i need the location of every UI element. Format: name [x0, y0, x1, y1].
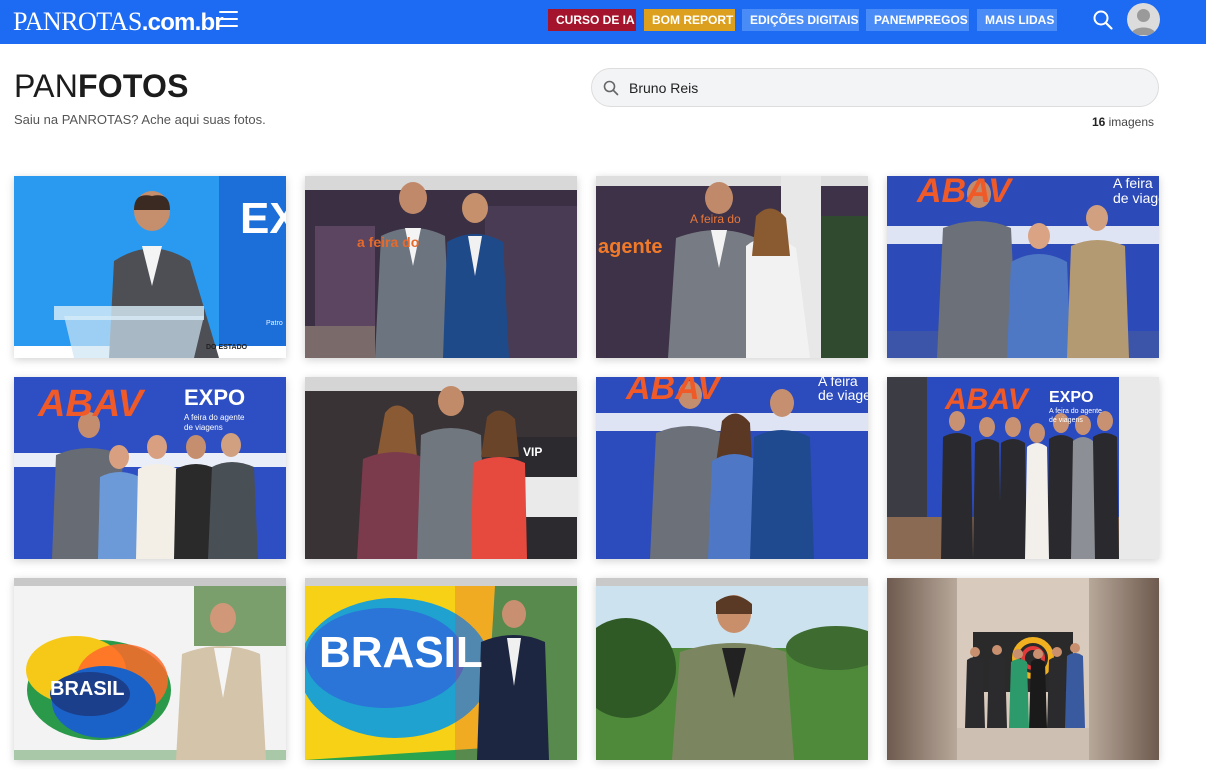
- photo-banner-text: EXPO: [184, 385, 246, 410]
- nav-panempregos[interactable]: PANEMPREGOS: [866, 9, 969, 31]
- photo-thumbnail[interactable]: [596, 578, 868, 760]
- photo-banner-text: VIP: [523, 445, 543, 459]
- photo-thumbnail[interactable]: ABAV A feira de viage: [596, 377, 868, 559]
- photo-thumbnail[interactable]: agente A feira do: [596, 176, 868, 358]
- photo-thumbnail[interactable]: BRASIL: [14, 578, 286, 760]
- page-subtitle: Saiu na PANROTAS? Ache aqui suas fotos.: [14, 112, 266, 127]
- photo-banner-text: ABAV: [38, 383, 143, 425]
- photo-thumbnail[interactable]: ABAV EXPO A feira do agente de viagens: [14, 377, 286, 559]
- photo-banner-text: ABAV: [917, 176, 1011, 210]
- search-input[interactable]: [629, 77, 1129, 99]
- panrotas-logo[interactable]: PANROTAS.com.br: [13, 7, 224, 37]
- photo-banner-text: A feira: [1113, 176, 1153, 191]
- photo-banner-text: de viage: [818, 387, 868, 403]
- photo-banner-text: BRASIL: [319, 628, 483, 677]
- photo-banner-text: EXPO: [1049, 389, 1094, 406]
- search-icon[interactable]: [1092, 9, 1114, 31]
- photo-banner-text: BRASIL: [50, 678, 125, 700]
- photo-thumbnail[interactable]: ABAV EXPO A feira do agente de viagens: [887, 377, 1159, 559]
- photo-thumbnail[interactable]: a feira do: [305, 176, 577, 358]
- photo-banner-text: A feira do: [690, 212, 741, 226]
- photo-search-box[interactable]: [591, 68, 1159, 107]
- menu-icon[interactable]: [219, 11, 238, 27]
- page-title: PANFOTOS: [14, 68, 189, 104]
- photo-banner-text: DO ESTADO: [206, 344, 248, 351]
- photo-banner-text: a feira do: [357, 234, 420, 250]
- search-icon: [602, 79, 620, 97]
- photo-banner-text: agente: [598, 236, 663, 258]
- photo-thumbnail[interactable]: VIP: [305, 377, 577, 559]
- top-navigation-bar: PANROTAS.com.br CURSO DE IA BOM REPORT E…: [0, 0, 1206, 44]
- result-count: 16 imagens: [1091, 115, 1154, 129]
- nav-curso-de-ia[interactable]: CURSO DE IA: [548, 9, 636, 31]
- photo-banner-text: ABAV: [626, 377, 720, 407]
- photo-thumbnail[interactable]: EX DO ESTADO Patro: [14, 176, 286, 358]
- nav-edicoes-digitais[interactable]: EDIÇÕES DIGITAIS: [742, 9, 859, 31]
- photo-banner-text: A feira do agente de viagens: [184, 413, 245, 432]
- photo-thumbnail[interactable]: [887, 578, 1159, 760]
- nav-bom-report[interactable]: BOM REPORT: [644, 9, 735, 31]
- user-avatar[interactable]: [1127, 3, 1160, 36]
- photo-thumbnail[interactable]: ABAV A feira de viage: [887, 176, 1159, 358]
- photo-banner-text: Patro: [266, 320, 283, 327]
- photo-banner-text: ABAV: [945, 383, 1028, 416]
- photo-thumbnail[interactable]: BRASIL: [305, 578, 577, 760]
- nav-mais-lidas[interactable]: MAIS LIDAS: [977, 9, 1057, 31]
- photo-banner-text: EX: [240, 194, 286, 243]
- photo-banner-text: de viage: [1113, 190, 1159, 206]
- photo-banner-text: A feira do agente de viagens: [1049, 408, 1102, 424]
